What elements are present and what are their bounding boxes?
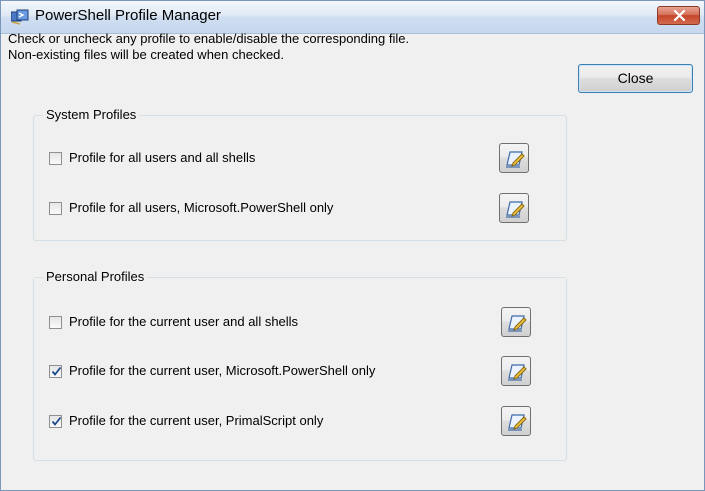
checkbox[interactable] <box>49 316 62 329</box>
window-close-button[interactable] <box>657 6 700 25</box>
profile-label: Profile for the current user, PrimalScri… <box>69 413 324 428</box>
system-profiles-group: System Profiles Profile for all users an… <box>33 107 567 241</box>
title-bar[interactable]: PowerShell Profile Manager <box>1 1 704 34</box>
checkbox-checked[interactable] <box>49 365 62 378</box>
personal-profile-current-user-primalscript[interactable]: Profile for the current user, PrimalScri… <box>49 412 489 432</box>
edit-profile-button[interactable] <box>499 193 529 223</box>
close-button[interactable]: Close <box>578 64 693 93</box>
checkmark-icon <box>51 366 62 376</box>
checkbox[interactable] <box>49 202 62 215</box>
checkbox[interactable] <box>49 152 62 165</box>
close-x-icon <box>673 10 686 21</box>
edit-profile-button[interactable] <box>501 307 531 337</box>
checkbox-checked[interactable] <box>49 415 62 428</box>
powershell-app-icon <box>10 9 29 25</box>
edit-profile-button[interactable] <box>499 143 529 173</box>
personal-profiles-title: Personal Profiles <box>43 269 148 284</box>
instructions-text: Check or uncheck any profile to enable/d… <box>8 31 568 63</box>
edit-profile-button[interactable] <box>501 356 531 386</box>
profile-label: Profile for all users, Microsoft.PowerSh… <box>69 200 334 215</box>
profile-label: Profile for the current user, Microsoft.… <box>69 363 376 378</box>
edit-notepad-icon <box>508 414 527 431</box>
edit-profile-button[interactable] <box>501 406 531 436</box>
profile-label: Profile for all users and all shells <box>69 150 256 165</box>
edit-notepad-icon <box>506 151 525 168</box>
checkmark-icon <box>51 416 62 426</box>
close-button-label: Close <box>617 70 654 86</box>
personal-profile-current-user-all-shells[interactable]: Profile for the current user and all she… <box>49 313 489 333</box>
instructions-line-1: Check or uncheck any profile to enable/d… <box>8 31 410 46</box>
system-profile-all-users-powershell[interactable]: Profile for all users, Microsoft.PowerSh… <box>49 199 469 219</box>
window-title: PowerShell Profile Manager <box>35 7 221 24</box>
edit-notepad-icon <box>506 201 525 218</box>
profile-manager-window: PowerShell Profile Manager Check or unch… <box>0 0 705 491</box>
instructions-line-2: Non-existing files will be created when … <box>8 47 285 62</box>
personal-profiles-group: Personal Profiles Profile for the curren… <box>33 269 567 461</box>
edit-notepad-icon <box>508 315 527 332</box>
profile-label: Profile for the current user and all she… <box>69 314 299 329</box>
edit-notepad-icon <box>508 364 527 381</box>
system-profile-all-users-all-shells[interactable]: Profile for all users and all shells <box>49 149 469 169</box>
personal-profile-current-user-powershell[interactable]: Profile for the current user, Microsoft.… <box>49 362 489 382</box>
system-profiles-title: System Profiles <box>43 107 140 122</box>
